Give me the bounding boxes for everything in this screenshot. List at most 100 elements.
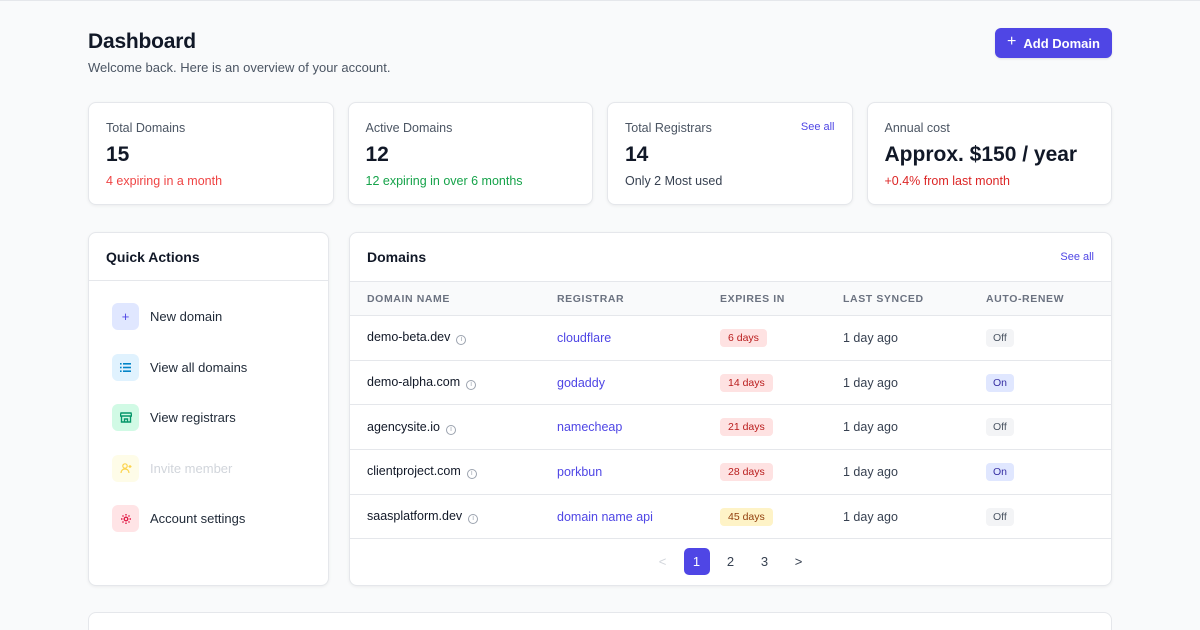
column-header-expires-in[interactable]: EXPIRES IN bbox=[703, 282, 826, 316]
last-synced-cell: 1 day ago bbox=[843, 420, 898, 435]
registrar-link[interactable]: namecheap bbox=[557, 420, 622, 434]
stat-note: Only 2 Most used bbox=[625, 174, 723, 188]
stat-label: Total Domains bbox=[106, 121, 186, 135]
stat-card-active-domains: Active Domains 12 12 expiring in over 6 … bbox=[347, 102, 593, 205]
expires-cell: 28 days bbox=[703, 450, 826, 495]
registrar-cell: namecheap bbox=[540, 405, 703, 450]
table-row[interactable]: saasplatform.dev i domain name api 45 day… bbox=[350, 494, 1111, 539]
top-divider bbox=[0, 0, 1200, 1]
registrar-cell: domain name api bbox=[540, 494, 703, 539]
stats-row: Total Domains 15 4 expiring in a month A… bbox=[88, 102, 1112, 205]
expires-badge: 6 days bbox=[720, 328, 767, 347]
table-row[interactable]: clientproject.com i porkbun 28 days 1 day… bbox=[350, 450, 1111, 495]
quick-action-label: Account settings bbox=[150, 511, 246, 526]
auto-renew-cell: On bbox=[969, 360, 1111, 405]
registrar-link[interactable]: porkbun bbox=[557, 465, 602, 479]
add-domain-button[interactable]: + Add Domain bbox=[995, 28, 1112, 58]
info-icon[interactable]: i bbox=[456, 335, 467, 346]
domain-name-cell: clientproject.com i bbox=[350, 450, 540, 495]
store-icon bbox=[112, 404, 139, 431]
domain-name[interactable]: demo-alpha.com bbox=[367, 375, 460, 389]
table-row[interactable]: demo-alpha.com i godaddy 14 days 1 day ag… bbox=[350, 360, 1111, 405]
column-header-auto-renew[interactable]: AUTO-RENEW bbox=[969, 282, 1111, 316]
info-icon[interactable]: i bbox=[445, 424, 456, 435]
gear-icon bbox=[112, 505, 139, 532]
domain-name[interactable]: demo-beta.dev bbox=[367, 330, 450, 344]
add-domain-label: Add Domain bbox=[1023, 35, 1100, 51]
info-icon[interactable]: i bbox=[466, 380, 477, 391]
stat-note: 12 expiring in over 6 months bbox=[365, 174, 523, 188]
page-title: Dashboard bbox=[88, 30, 196, 53]
auto-renew-toggle[interactable]: On bbox=[986, 462, 1015, 481]
quick-action-invite-member: Invite member bbox=[112, 454, 328, 482]
expires-cell: 21 days bbox=[703, 405, 826, 450]
domains-title: Domains bbox=[367, 249, 427, 265]
stat-value: 15 bbox=[106, 143, 130, 166]
expires-badge: 14 days bbox=[720, 373, 773, 392]
pagination-page-2[interactable]: 2 bbox=[718, 548, 744, 575]
domain-name-cell: demo-alpha.com i bbox=[350, 360, 540, 405]
registrar-cell: godaddy bbox=[540, 360, 703, 405]
auto-renew-cell: On bbox=[969, 450, 1111, 495]
column-header-last-synced[interactable]: LAST SYNCED bbox=[826, 282, 969, 316]
column-header-registrar[interactable]: REGISTRAR bbox=[540, 282, 703, 316]
stat-value: 12 bbox=[365, 143, 389, 166]
last-synced-cell: 1 day ago bbox=[843, 509, 898, 524]
auto-renew-toggle[interactable]: Off bbox=[986, 418, 1014, 437]
domains-see-all-link[interactable]: See all bbox=[1060, 251, 1094, 263]
last-synced-cell: 1 day ago bbox=[843, 375, 898, 390]
stat-note: +0.4% from last month bbox=[884, 174, 1010, 188]
domain-name[interactable]: clientproject.com bbox=[367, 464, 461, 478]
quick-action-view-registrars[interactable]: View registrars bbox=[112, 404, 328, 431]
last-synced-cell: 1 day ago bbox=[843, 464, 898, 479]
registrar-link[interactable]: godaddy bbox=[557, 376, 605, 390]
last-synced-cell: 1 day ago bbox=[843, 330, 898, 345]
quick-action-new-domain[interactable]: + New domain bbox=[112, 303, 328, 330]
stat-label: Annual cost bbox=[884, 121, 950, 135]
expires-cell: 14 days bbox=[703, 360, 826, 405]
pagination-page-3[interactable]: 3 bbox=[752, 548, 778, 575]
auto-renew-toggle[interactable]: Off bbox=[986, 328, 1014, 347]
quick-action-label: Invite member bbox=[150, 460, 233, 476]
table-header-row: DOMAIN NAME REGISTRAR EXPIRES IN LAST SY… bbox=[350, 281, 1111, 316]
auto-renew-toggle[interactable]: Off bbox=[986, 507, 1014, 526]
expires-badge: 21 days bbox=[720, 418, 773, 437]
registrar-cell: cloudflare bbox=[540, 316, 703, 361]
registrars-see-all-link[interactable]: See all bbox=[801, 121, 835, 133]
plus-icon: + bbox=[112, 303, 139, 330]
quick-action-view-all-domains[interactable]: View all domains bbox=[112, 353, 328, 381]
info-icon[interactable]: i bbox=[466, 469, 477, 480]
quick-action-account-settings[interactable]: Account settings bbox=[112, 505, 328, 532]
auto-renew-cell: Off bbox=[969, 316, 1111, 361]
pagination-page-1[interactable]: 1 bbox=[683, 548, 710, 575]
stat-card-annual-cost: Annual cost Approx. $150 / year +0.4% fr… bbox=[866, 102, 1112, 205]
registrar-cell: porkbun bbox=[540, 450, 703, 495]
domain-name[interactable]: saasplatform.dev bbox=[367, 509, 462, 523]
plus-icon: + bbox=[1007, 33, 1017, 50]
column-header-domain-name[interactable]: DOMAIN NAME bbox=[350, 282, 540, 316]
table-row[interactable]: demo-beta.dev i cloudflare 6 days 1 day a… bbox=[350, 316, 1111, 361]
table-row[interactable]: agencysite.io i namecheap 21 days 1 day a… bbox=[350, 405, 1111, 450]
domain-name[interactable]: agencysite.io bbox=[367, 420, 440, 434]
domain-name-cell: saasplatform.dev i bbox=[350, 494, 540, 539]
auto-renew-cell: Off bbox=[969, 405, 1111, 450]
expires-badge: 45 days bbox=[720, 507, 773, 526]
stat-label: Active Domains bbox=[365, 121, 453, 135]
expires-badge: 28 days bbox=[720, 462, 773, 481]
pagination-prev-button[interactable]: < bbox=[650, 548, 676, 575]
domains-table: DOMAIN NAME REGISTRAR EXPIRES IN LAST SY… bbox=[350, 281, 1111, 539]
pagination-next-button[interactable]: > bbox=[786, 548, 812, 575]
quick-action-label: View registrars bbox=[150, 410, 236, 425]
registrar-link[interactable]: domain name api bbox=[557, 510, 653, 524]
stat-value: Approx. $150 / year bbox=[884, 143, 1078, 166]
quick-actions-list: + New domain View all domains View regis… bbox=[89, 281, 328, 532]
quick-actions-panel: Quick Actions + New domain View all doma… bbox=[88, 232, 329, 586]
stat-card-total-domains: Total Domains 15 4 expiring in a month bbox=[88, 102, 334, 205]
list-icon bbox=[112, 353, 139, 381]
domains-header: Domains See all bbox=[350, 233, 1111, 281]
info-icon[interactable]: i bbox=[468, 514, 479, 525]
expires-cell: 6 days bbox=[703, 316, 826, 361]
auto-renew-toggle[interactable]: On bbox=[986, 373, 1015, 392]
page-subtitle: Welcome back. Here is an overview of you… bbox=[88, 60, 391, 75]
registrar-link[interactable]: cloudflare bbox=[557, 331, 611, 345]
